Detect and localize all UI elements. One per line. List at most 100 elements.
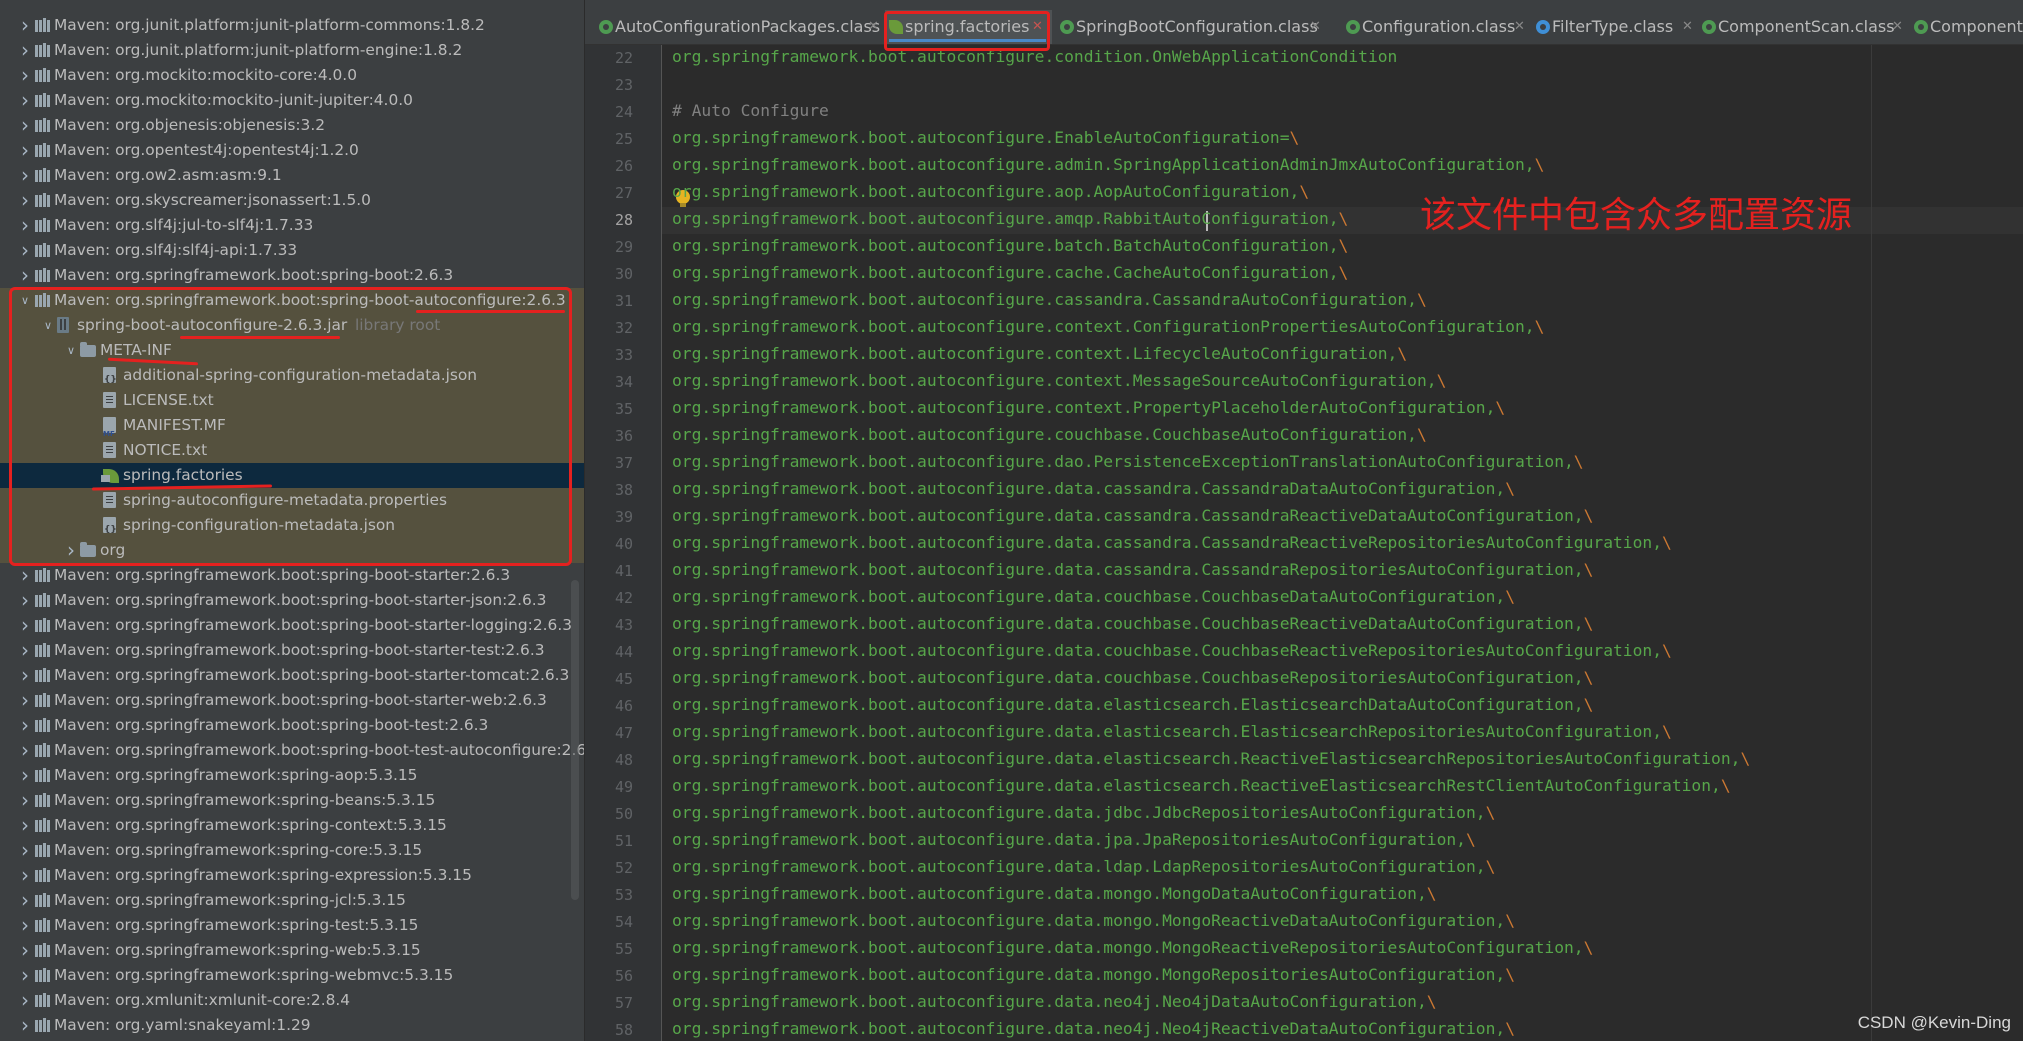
- chevron-right-icon[interactable]: ›: [18, 963, 32, 988]
- tree-row[interactable]: › Maven: org.springframework.boot:spring-…: [0, 638, 584, 663]
- chevron-right-icon[interactable]: ›: [18, 113, 32, 138]
- code-comment-line[interactable]: # Auto Configure: [672, 97, 829, 124]
- close-icon[interactable]: ✕: [1892, 10, 1903, 44]
- chevron-right-icon[interactable]: ›: [18, 588, 32, 613]
- chevron-right-icon[interactable]: ›: [18, 63, 32, 88]
- tree-row[interactable]: › Maven: org.springframework:spring-core:…: [0, 838, 584, 863]
- code-line[interactable]: org.springframework.boot.autoconfigure.d…: [672, 826, 1476, 853]
- chevron-right-icon[interactable]: ›: [18, 88, 32, 113]
- tree-row[interactable]: › Maven: org.skyscreamer:jsonassert:1.5.0: [0, 188, 584, 213]
- chevron-right-icon[interactable]: ›: [18, 138, 32, 163]
- tree-row[interactable]: › Maven: org.springframework:spring-web:5…: [0, 938, 584, 963]
- code-line[interactable]: org.springframework.boot.autoconfigure.a…: [672, 151, 1544, 178]
- tree-row[interactable]: › Maven: org.springframework:spring-test:…: [0, 913, 584, 938]
- code-line[interactable]: org.springframework.boot.autoconfigure.d…: [672, 475, 1515, 502]
- code-line[interactable]: org.springframework.boot.autoconfigure.b…: [672, 232, 1348, 259]
- chevron-right-icon[interactable]: ›: [18, 163, 32, 188]
- chevron-right-icon[interactable]: ›: [18, 863, 32, 888]
- chevron-right-icon[interactable]: ›: [18, 788, 32, 813]
- editor-tab[interactable]: Configuration.class ✕: [1342, 10, 1528, 44]
- chevron-right-icon[interactable]: ›: [18, 838, 32, 863]
- close-icon[interactable]: ✕: [1514, 10, 1525, 44]
- code-line[interactable]: org.springframework.boot.autoconfigure.c…: [672, 340, 1407, 367]
- code-line[interactable]: org.springframework.boot.autoconfigure.d…: [672, 745, 1750, 772]
- tree-row[interactable]: › Maven: org.springframework.boot:spring-…: [0, 588, 584, 613]
- chevron-right-icon[interactable]: ›: [18, 263, 32, 288]
- chevron-right-icon[interactable]: ›: [18, 563, 32, 588]
- tree-row[interactable]: › Maven: org.springframework:spring-webmv…: [0, 963, 584, 988]
- chevron-right-icon[interactable]: ›: [18, 613, 32, 638]
- chevron-right-icon[interactable]: ›: [18, 738, 32, 763]
- chevron-right-icon[interactable]: ›: [18, 813, 32, 838]
- editor-tab[interactable]: AutoConfigurationPackages.class ✕: [595, 10, 881, 44]
- tree-row[interactable]: › Maven: org.objenesis:objenesis:3.2: [0, 113, 584, 138]
- code-line[interactable]: org.springframework.boot.autoconfigure.c…: [672, 259, 1348, 286]
- chevron-right-icon[interactable]: ›: [18, 888, 32, 913]
- tree-row[interactable]: › Maven: org.xmlunit:xmlunit-core:2.8.4: [0, 988, 584, 1013]
- chevron-right-icon[interactable]: ›: [18, 938, 32, 963]
- tree-row[interactable]: › Maven: org.slf4j:jul-to-slf4j:1.7.33: [0, 213, 584, 238]
- tree-row[interactable]: › Maven: org.springframework.boot:spring-…: [0, 713, 584, 738]
- tree-row[interactable]: › Maven: org.yaml:snakeyaml:1.29: [0, 1013, 584, 1038]
- code-line[interactable]: org.springframework.boot.autoconfigure.d…: [672, 691, 1593, 718]
- code-line[interactable]: org.springframework.boot.autoconfigure.d…: [672, 448, 1584, 475]
- editor-tab[interactable]: Component: [1910, 10, 2023, 44]
- chevron-right-icon[interactable]: ›: [18, 13, 32, 38]
- chevron-right-icon[interactable]: ›: [18, 763, 32, 788]
- chevron-right-icon[interactable]: ›: [18, 638, 32, 663]
- tree-row[interactable]: › Maven: org.springframework:spring-jcl:5…: [0, 888, 584, 913]
- code-line[interactable]: org.springframework.boot.autoconfigure.d…: [672, 961, 1515, 988]
- code-line[interactable]: org.springframework.boot.autoconfigure.d…: [672, 610, 1593, 637]
- code-line[interactable]: org.springframework.boot.autoconfigure.a…: [672, 205, 1348, 232]
- code-line[interactable]: org.springframework.boot.autoconfigure.c…: [672, 394, 1505, 421]
- chevron-right-icon[interactable]: ›: [18, 238, 32, 263]
- code-line[interactable]: org.springframework.boot.autoconfigure.d…: [672, 907, 1515, 934]
- tree-row[interactable]: › Maven: org.springframework.boot:spring-…: [0, 263, 584, 288]
- code-line[interactable]: org.springframework.boot.autoconfigure.d…: [672, 934, 1593, 961]
- close-icon[interactable]: ✕: [1310, 10, 1321, 44]
- chevron-right-icon[interactable]: ›: [18, 663, 32, 688]
- code-line[interactable]: org.springframework.boot.autoconfigure.d…: [672, 556, 1593, 583]
- tree-row[interactable]: › Maven: org.mockito:mockito-junit-jupite…: [0, 88, 584, 113]
- code-line[interactable]: org.springframework.boot.autoconfigure.d…: [672, 718, 1672, 745]
- code-line[interactable]: org.springframework.boot.autoconfigure.d…: [672, 529, 1672, 556]
- editor-tab[interactable]: ComponentScan.class ✕: [1698, 10, 1906, 44]
- code-line[interactable]: org.springframework.boot.autoconfigure.d…: [672, 772, 1731, 799]
- tree-row[interactable]: › Maven: org.junit.platform:junit-platfor…: [0, 13, 584, 38]
- code-line[interactable]: org.springframework.boot.autoconfigure.a…: [672, 178, 1309, 205]
- code-line[interactable]: org.springframework.boot.autoconfigure.c…: [672, 313, 1544, 340]
- chevron-right-icon[interactable]: ›: [18, 713, 32, 738]
- chevron-right-icon[interactable]: ›: [18, 688, 32, 713]
- chevron-right-icon[interactable]: ›: [18, 38, 32, 63]
- tree-row[interactable]: › Maven: org.mockito:mockito-core:4.0.0: [0, 63, 584, 88]
- chevron-right-icon[interactable]: ›: [18, 1013, 32, 1038]
- code-line[interactable]: org.springframework.boot.autoconfigure.c…: [672, 421, 1427, 448]
- code-line[interactable]: org.springframework.boot.autoconfigure.c…: [672, 286, 1427, 313]
- code-line[interactable]: org.springframework.boot.autoconfigure.d…: [672, 799, 1495, 826]
- tree-scrollbar[interactable]: [571, 580, 579, 900]
- code-line[interactable]: org.springframework.boot.autoconfigure.d…: [672, 637, 1672, 664]
- tree-row[interactable]: › Maven: org.opentest4j:opentest4j:1.2.0: [0, 138, 584, 163]
- tree-row[interactable]: › Maven: org.junit.platform:junit-platfor…: [0, 38, 584, 63]
- code-line[interactable]: org.springframework.boot.autoconfigure.d…: [672, 880, 1437, 907]
- code-line[interactable]: org.springframework.boot.autoconfigure.d…: [672, 1015, 1515, 1041]
- tree-row[interactable]: › Maven: org.springframework.boot:spring-…: [0, 663, 584, 688]
- chevron-right-icon[interactable]: ›: [18, 988, 32, 1013]
- tree-row[interactable]: › Maven: org.ow2.asm:asm:9.1: [0, 163, 584, 188]
- tree-row[interactable]: › Maven: org.springframework:spring-expre…: [0, 863, 584, 888]
- code-line[interactable]: org.springframework.boot.autoconfigure.c…: [672, 367, 1446, 394]
- tree-row[interactable]: › Maven: org.springframework.boot:spring-…: [0, 738, 584, 763]
- tree-row[interactable]: › Maven: org.springframework:spring-beans…: [0, 788, 584, 813]
- tree-row[interactable]: › Maven: org.slf4j:slf4j-api:1.7.33: [0, 238, 584, 263]
- code-line[interactable]: org.springframework.boot.autoconfigure.d…: [672, 502, 1593, 529]
- tree-row[interactable]: › Maven: org.springframework.boot:spring-…: [0, 688, 584, 713]
- tree-row[interactable]: › Maven: org.springframework:spring-conte…: [0, 813, 584, 838]
- tree-row[interactable]: › Maven: org.springframework:spring-aop:5…: [0, 763, 584, 788]
- code-line[interactable]: org.springframework.boot.autoconfigure.d…: [672, 988, 1437, 1015]
- code-line[interactable]: org.springframework.boot.autoconfigure.d…: [672, 583, 1515, 610]
- close-icon[interactable]: ✕: [868, 10, 879, 44]
- chevron-right-icon[interactable]: ›: [18, 188, 32, 213]
- code-line[interactable]: org.springframework.boot.autoconfigure.E…: [672, 124, 1299, 151]
- tree-row[interactable]: › Maven: org.springframework.boot:spring-…: [0, 563, 584, 588]
- close-icon[interactable]: ✕: [1682, 10, 1693, 44]
